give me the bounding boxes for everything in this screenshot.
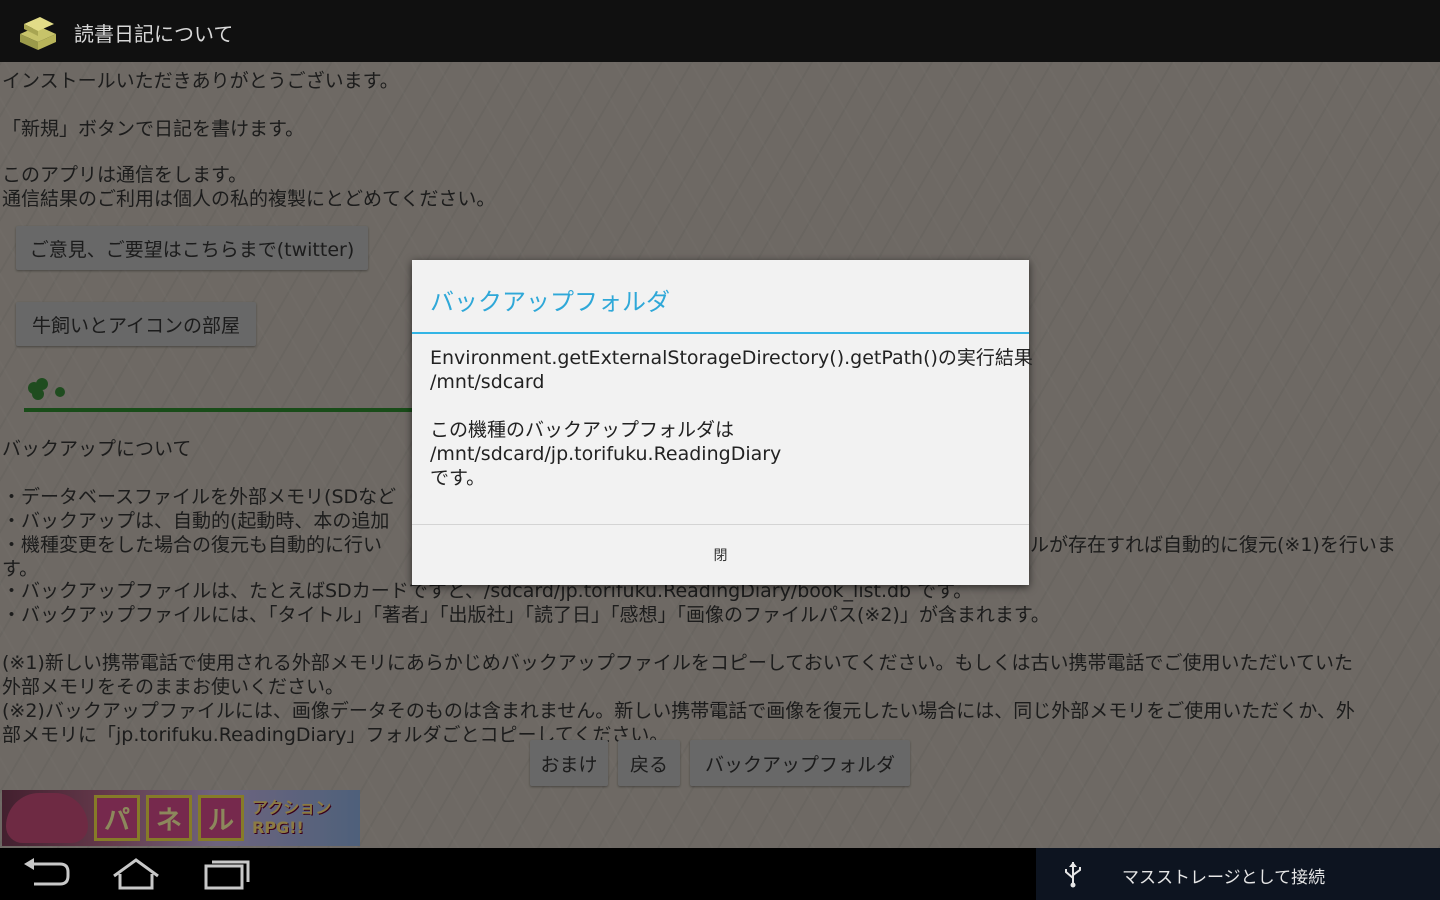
dialog-line: この機種のバックアップフォルダは (430, 419, 735, 441)
dialog-line: Environment.getExternalStorageDirectory(… (430, 347, 1033, 369)
dialog-line: /mnt/sdcard (430, 371, 545, 393)
dialog-line: /mnt/sdcard/jp.torifuku.ReadingDiary (430, 443, 782, 465)
backup-folder-dialog: バックアップフォルダ Environment.getExternalStorag… (412, 260, 1033, 585)
dialog-spacer (430, 394, 1020, 418)
home-icon[interactable] (108, 856, 164, 892)
notification-text: マスストレージとして接続 (1122, 868, 1326, 888)
dialog-title-divider (412, 332, 1029, 334)
usb-icon (1065, 862, 1081, 888)
app-title: 読書日記について (74, 22, 234, 46)
dialog-line: です。 (430, 467, 486, 489)
dialog-message: Environment.getExternalStorageDirectory(… (430, 346, 1033, 490)
notification-area[interactable]: マスストレージとして接続 (1036, 848, 1440, 900)
dialog-title: バックアップフォルダ (430, 288, 670, 316)
action-bar: 読書日記について (0, 0, 1440, 62)
recent-apps-icon[interactable] (198, 856, 254, 892)
back-icon[interactable] (18, 856, 74, 892)
dialog-close-button[interactable]: 閉 (412, 525, 1029, 585)
book-stack-icon (20, 17, 56, 50)
